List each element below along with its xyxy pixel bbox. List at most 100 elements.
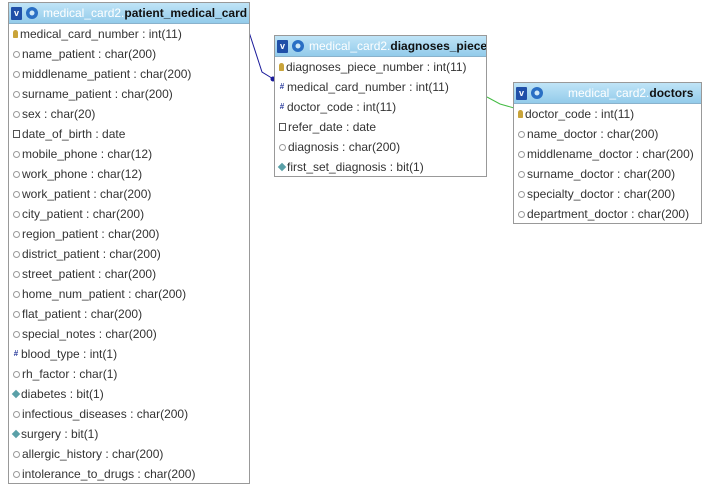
column-label: refer_date : date <box>288 120 377 134</box>
column-row[interactable]: sex : char(20) <box>9 104 249 124</box>
column-row[interactable]: doctor_code : int(11) <box>514 104 701 124</box>
text-icon <box>13 410 20 418</box>
text-icon <box>13 150 20 158</box>
text-icon <box>13 250 20 258</box>
column-row[interactable]: surname_doctor : char(200) <box>514 164 701 184</box>
column-row[interactable]: middlename_patient : char(200) <box>9 64 249 84</box>
column-row[interactable]: # blood_type : int(1) <box>9 344 249 364</box>
column-label: infectious_diseases : char(200) <box>22 407 189 421</box>
column-label: middlename_doctor : char(200) <box>527 147 694 161</box>
column-row[interactable]: name_doctor : char(200) <box>514 124 701 144</box>
text-icon <box>518 190 525 198</box>
text-icon <box>13 370 20 378</box>
column-label: doctor_code : int(11) <box>525 107 635 121</box>
table-doctors[interactable]: v medical_card2.doctors doctor_code : in… <box>513 82 702 224</box>
table-header[interactable]: v medical_card2.doctors <box>514 83 701 104</box>
date-icon <box>13 130 20 138</box>
column-row[interactable]: diabetes : bit(1) <box>9 384 249 404</box>
column-row[interactable]: surname_patient : char(200) <box>9 84 249 104</box>
column-label: name_patient : char(200) <box>22 47 157 61</box>
text-icon <box>13 330 20 338</box>
column-row[interactable]: middlename_doctor : char(200) <box>514 144 701 164</box>
number-icon: # <box>279 82 285 91</box>
column-row[interactable]: rh_factor : char(1) <box>9 364 249 384</box>
column-row[interactable]: department_doctor : char(200) <box>514 204 701 224</box>
gear-icon[interactable] <box>291 39 305 53</box>
text-icon <box>13 170 20 178</box>
column-row[interactable]: diagnosis : char(200) <box>275 137 486 157</box>
table-diagnoses-piece[interactable]: v medical_card2.diagnoses_piece diagnose… <box>274 35 487 177</box>
column-row[interactable]: # medical_card_number : int(11) <box>275 77 486 97</box>
key-icon <box>518 110 523 118</box>
column-label: intolerance_to_drugs : char(200) <box>22 467 196 481</box>
column-row[interactable]: mobile_phone : char(12) <box>9 144 249 164</box>
column-row[interactable]: medical_card_number : int(11) <box>9 24 249 44</box>
text-icon <box>518 150 525 158</box>
text-icon <box>518 170 525 178</box>
column-row[interactable]: date_of_birth : date <box>9 124 249 144</box>
column-row[interactable]: flat_patient : char(200) <box>9 304 249 324</box>
collapse-toggle-icon[interactable]: v <box>516 86 527 100</box>
column-row[interactable]: city_patient : char(200) <box>9 204 249 224</box>
table-name: patient_medical_card <box>124 6 248 20</box>
text-icon <box>13 470 20 478</box>
text-icon <box>13 230 20 238</box>
column-row[interactable]: allergic_history : char(200) <box>9 444 249 464</box>
column-label: street_patient : char(200) <box>22 267 157 281</box>
column-row[interactable]: # doctor_code : int(11) <box>275 97 486 117</box>
table-name: doctors <box>649 86 694 100</box>
text-icon <box>13 90 20 98</box>
column-label: medical_card_number : int(11) <box>287 80 449 94</box>
bit-icon <box>277 162 287 172</box>
number-icon: # <box>279 102 285 111</box>
database-name: medical_card2 <box>309 39 388 53</box>
column-label: blood_type : int(1) <box>21 347 118 361</box>
bit-icon <box>11 429 21 439</box>
column-row[interactable]: intolerance_to_drugs : char(200) <box>9 464 249 484</box>
column-label: special_notes : char(200) <box>22 327 157 341</box>
column-list: diagnoses_piece_number : int(11) # medical… <box>275 57 486 177</box>
column-row[interactable]: surgery : bit(1) <box>9 424 249 444</box>
column-label: mobile_phone : char(12) <box>22 147 153 161</box>
column-row[interactable]: district_patient : char(200) <box>9 244 249 264</box>
column-row[interactable]: refer_date : date <box>275 117 486 137</box>
number-icon: # <box>13 349 19 358</box>
column-label: home_num_patient : char(200) <box>22 287 187 301</box>
column-row[interactable]: work_patient : char(200) <box>9 184 249 204</box>
gear-icon[interactable] <box>530 86 544 100</box>
column-row[interactable]: work_phone : char(12) <box>9 164 249 184</box>
text-icon <box>13 190 20 198</box>
gear-icon[interactable] <box>25 6 39 20</box>
column-label: diabetes : bit(1) <box>21 387 104 401</box>
column-row[interactable]: infectious_diseases : char(200) <box>9 404 249 424</box>
table-header[interactable]: v medical_card2.diagnoses_piece <box>275 36 486 57</box>
column-label: middlename_patient : char(200) <box>22 67 192 81</box>
column-row[interactable]: first_set_diagnosis : bit(1) <box>275 157 486 177</box>
column-label: first_set_diagnosis : bit(1) <box>287 160 424 174</box>
relation-patient-to-diagnoses <box>248 31 276 81</box>
column-label: work_phone : char(12) <box>22 167 143 181</box>
column-row[interactable]: home_num_patient : char(200) <box>9 284 249 304</box>
column-label: city_patient : char(200) <box>22 207 145 221</box>
column-label: district_patient : char(200) <box>22 247 161 261</box>
collapse-toggle-icon[interactable]: v <box>277 39 288 53</box>
column-row[interactable]: diagnoses_piece_number : int(11) <box>275 57 486 77</box>
text-icon <box>518 210 525 218</box>
key-icon <box>279 63 284 71</box>
text-icon <box>13 210 20 218</box>
collapse-toggle-icon[interactable]: v <box>11 6 22 20</box>
column-row[interactable]: street_patient : char(200) <box>9 264 249 284</box>
text-icon <box>13 50 20 58</box>
text-icon <box>13 450 20 458</box>
text-icon <box>13 290 20 298</box>
column-label: surname_patient : char(200) <box>22 87 173 101</box>
column-row[interactable]: region_patient : char(200) <box>9 224 249 244</box>
table-patient-medical-card[interactable]: v medical_card2.patient_medical_card med… <box>8 2 250 484</box>
column-row[interactable]: special_notes : char(200) <box>9 324 249 344</box>
column-label: sex : char(20) <box>22 107 96 121</box>
column-label: region_patient : char(200) <box>22 227 160 241</box>
text-icon <box>279 143 286 151</box>
table-header[interactable]: v medical_card2.patient_medical_card <box>9 3 249 24</box>
column-row[interactable]: name_patient : char(200) <box>9 44 249 64</box>
column-row[interactable]: specialty_doctor : char(200) <box>514 184 701 204</box>
